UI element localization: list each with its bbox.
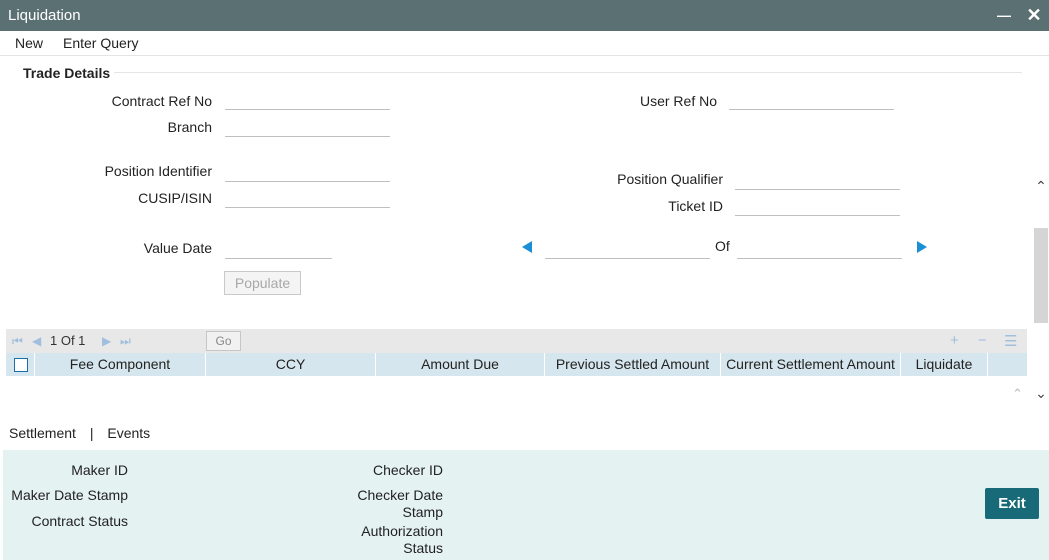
record-current-field[interactable] [545, 239, 710, 259]
record-total-field[interactable] [737, 239, 902, 259]
select-all-checkbox[interactable] [14, 358, 28, 372]
maker-date-stamp-label: Maker Date Stamp [11, 487, 128, 503]
scroll-up-icon[interactable]: ⌃ [1033, 178, 1049, 194]
grid-header: Fee Component CCY Amount Due Previous Se… [6, 353, 1027, 376]
col-liquidate[interactable]: Liquidate [901, 353, 988, 376]
audit-panel [3, 450, 1049, 560]
menu-bar: New Enter Query [0, 31, 1049, 56]
add-row-icon[interactable]: + [950, 332, 959, 349]
cusip-isin-field[interactable] [225, 188, 390, 208]
grid-scroll-up-icon[interactable]: ⌃ [1012, 386, 1023, 402]
last-page-icon[interactable]: ⏭ [120, 334, 131, 349]
col-current-settlement-amount[interactable]: Current Settlement Amount [721, 353, 901, 376]
pagination-text: 1 Of 1 [50, 333, 86, 348]
form-scrollbar[interactable]: ⌃ ⌄ [1033, 168, 1049, 413]
authorization-status-label-line1: Authorization [361, 523, 443, 539]
cusip-isin-label: CUSIP/ISIN [138, 190, 212, 206]
section-divider [114, 72, 1022, 73]
checker-date-stamp-label-line1: Checker Date [357, 487, 443, 503]
populate-button[interactable]: Populate [224, 271, 301, 295]
grid-toolbar: ⏮ ◀ 1 Of 1 ▶ ⏭ Go + − ☰ [6, 329, 1027, 353]
position-qualifier-label: Position Qualifier [617, 171, 723, 187]
menu-enter-query[interactable]: Enter Query [63, 35, 138, 51]
select-all-cell [6, 353, 35, 376]
tab-settlement[interactable]: Settlement [9, 425, 76, 441]
exit-button[interactable]: Exit [985, 488, 1039, 519]
contract-status-label: Contract Status [31, 513, 129, 529]
position-identifier-label: Position Identifier [104, 163, 212, 179]
delete-row-icon[interactable]: − [978, 332, 987, 349]
list-view-icon[interactable]: ☰ [1004, 332, 1017, 350]
checker-id-label: Checker ID [372, 462, 443, 478]
checker-date-stamp-label-line2: Stamp [402, 504, 443, 520]
close-icon[interactable]: ✕ [1023, 4, 1045, 26]
contract-ref-no-label: Contract Ref No [111, 93, 212, 109]
value-date-label: Value Date [143, 240, 212, 256]
go-button[interactable]: Go [206, 331, 241, 351]
minimize-icon[interactable]: — [993, 4, 1015, 26]
sub-screen-tabs: Settlement | Events [9, 425, 150, 441]
tab-separator: | [89, 425, 94, 441]
ticket-id-label: Ticket ID [668, 198, 723, 214]
position-qualifier-field[interactable] [735, 170, 900, 190]
contract-ref-no-field[interactable] [225, 90, 390, 110]
ticket-id-field[interactable] [735, 196, 900, 216]
menu-new[interactable]: New [15, 35, 43, 51]
col-fee-component[interactable]: Fee Component [35, 353, 206, 376]
window-title: Liquidation [8, 7, 81, 24]
first-page-icon[interactable]: ⏮ [12, 334, 23, 349]
arrow-right-icon[interactable] [917, 241, 927, 253]
tab-events[interactable]: Events [107, 425, 150, 441]
branch-field[interactable] [225, 117, 390, 137]
user-ref-no-field[interactable] [729, 90, 894, 110]
position-identifier-field[interactable] [225, 162, 390, 182]
col-amount-due[interactable]: Amount Due [376, 353, 545, 376]
grid-body: ⌃ [6, 376, 1027, 414]
arrow-left-icon[interactable] [522, 241, 532, 253]
prev-page-icon[interactable]: ◀ [32, 334, 41, 348]
branch-label: Branch [167, 119, 212, 135]
window-titlebar: Liquidation — ✕ [0, 0, 1049, 31]
user-ref-no-label: User Ref No [639, 93, 717, 109]
col-ccy[interactable]: CCY [206, 353, 376, 376]
col-previous-settled-amount[interactable]: Previous Settled Amount [545, 353, 721, 376]
next-page-icon[interactable]: ▶ [102, 334, 111, 348]
scroll-thumb[interactable] [1034, 228, 1048, 323]
maker-id-label: Maker ID [71, 462, 128, 478]
value-date-field[interactable] [225, 239, 332, 259]
authorization-status-label-line2: Status [403, 540, 443, 556]
trade-details-title: Trade Details [23, 65, 111, 81]
scroll-down-icon[interactable]: ⌄ [1033, 385, 1049, 401]
of-label: Of [715, 238, 730, 254]
